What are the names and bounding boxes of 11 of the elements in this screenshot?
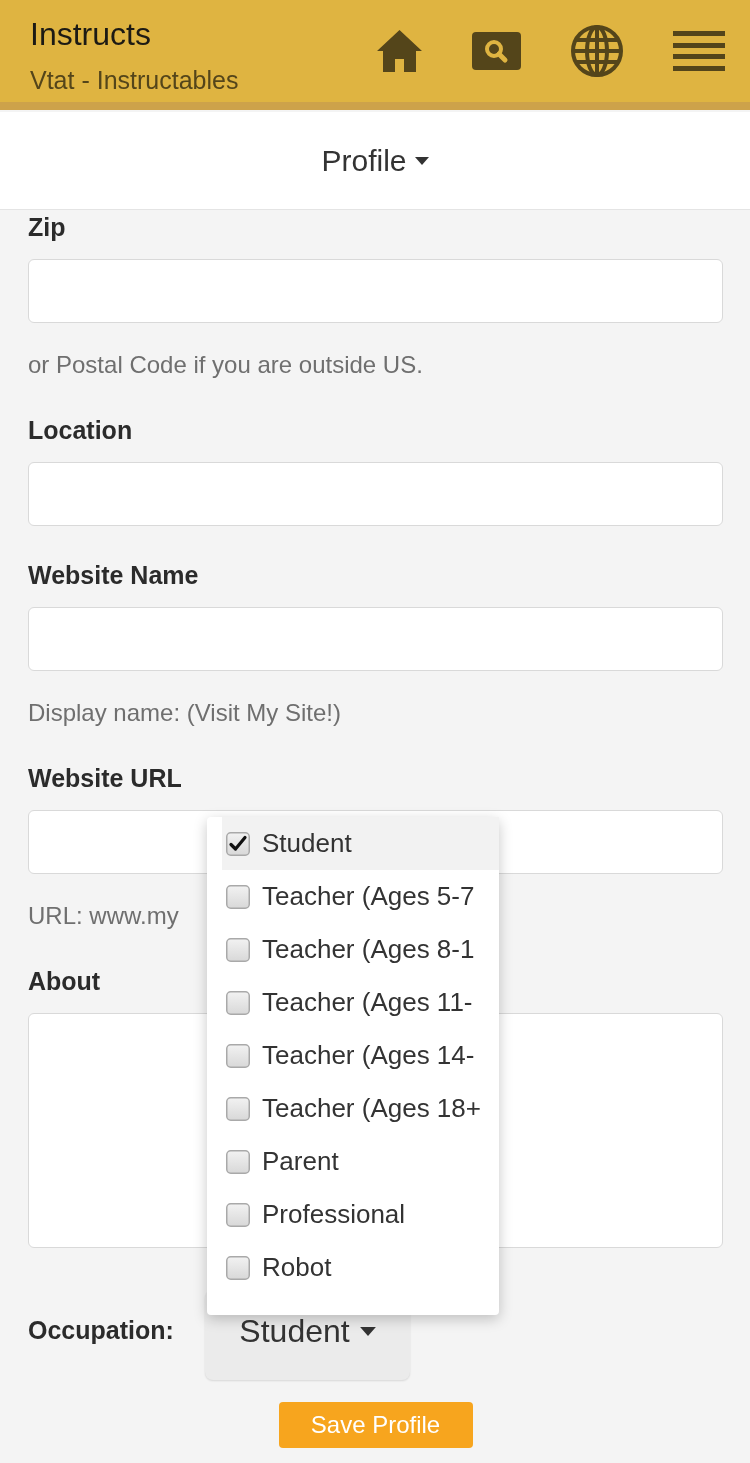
occupation-label: Occupation: bbox=[28, 1315, 175, 1345]
field-label: Zip bbox=[28, 212, 66, 242]
field-hint: or Postal Code if you are outside US. bbox=[28, 350, 423, 380]
field-label: Website Name bbox=[28, 560, 199, 590]
field-hint: Display name: (Visit My Site!) bbox=[28, 698, 341, 728]
site-title: Instructs bbox=[30, 15, 151, 53]
field-label: Website URL bbox=[28, 763, 182, 793]
field-label: Location bbox=[28, 415, 133, 445]
field-label: About bbox=[28, 966, 101, 996]
site-subtitle: Vtat - Instructables bbox=[30, 65, 239, 96]
field-hint: URL: www.my bbox=[28, 901, 179, 931]
